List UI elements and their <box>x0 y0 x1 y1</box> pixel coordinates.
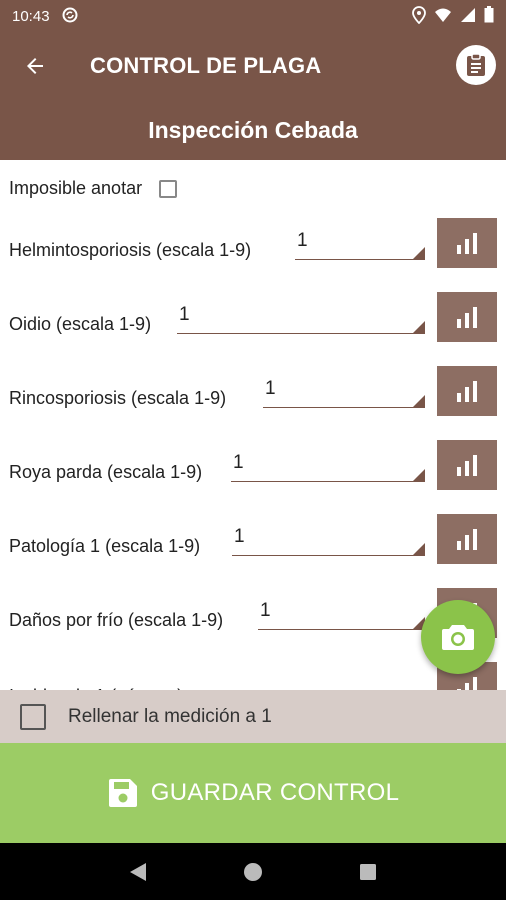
app-bar: CONTROL DE PLAGA <box>0 32 506 100</box>
imposible-anotar-row: Imposible anotar <box>9 178 178 199</box>
section-title: Inspección Cebada <box>0 100 506 160</box>
fill-measurement-bar: Rellenar la medición a 1 <box>0 690 506 743</box>
measure-label: Daños por frío (escala 1-9) <box>9 609 224 630</box>
arrow-left-icon <box>27 58 43 74</box>
bar-chart-icon <box>457 233 477 254</box>
imposible-anotar-label: Imposible anotar <box>9 178 143 198</box>
chart-button[interactable] <box>437 440 497 490</box>
form-content: Imposible anotar Helmintosporiosis (esca… <box>0 160 506 690</box>
measure-label: Oidio (escala 1-9) <box>9 313 152 334</box>
dropdown-arrow-icon <box>413 395 425 407</box>
chart-button[interactable] <box>437 366 497 416</box>
camera-button[interactable] <box>421 600 495 674</box>
dropdown-arrow-icon <box>413 321 425 333</box>
clipboard-icon <box>467 53 485 76</box>
back-button[interactable] <box>0 32 70 100</box>
imposible-anotar-checkbox[interactable] <box>159 179 178 198</box>
location-icon <box>412 5 426 27</box>
signal-icon <box>460 7 476 26</box>
system-nav-bar <box>0 843 506 900</box>
camera-icon <box>442 625 474 650</box>
measure-value-dropdown[interactable]: 1 <box>258 600 425 630</box>
wifi-icon <box>434 7 452 26</box>
dropdown-arrow-icon <box>413 543 425 555</box>
bar-chart-icon <box>457 307 477 328</box>
circle-home-icon <box>243 862 262 881</box>
app-title: CONTROL DE PLAGA <box>90 53 322 78</box>
measure-row: Helmintosporiosis (escala 1-9) 1 <box>0 218 506 280</box>
measure-value: 1 <box>265 378 276 399</box>
sync-icon <box>62 7 78 26</box>
square-recents-icon <box>360 863 377 880</box>
nav-recents-button[interactable] <box>348 852 388 892</box>
save-control-label: GUARDAR CONTROL <box>150 779 400 806</box>
measure-label: Helmintosporiosis (escala 1-9) <box>9 239 252 260</box>
measure-row: Incidencia 1 (número) <box>0 662 506 691</box>
measure-label: Roya parda (escala 1-9) <box>9 461 203 482</box>
chart-button[interactable] <box>437 514 497 564</box>
save-control-button[interactable]: GUARDAR CONTROL <box>0 743 506 843</box>
measure-row: Rincosporiosis (escala 1-9) 1 <box>0 366 506 428</box>
dropdown-arrow-icon <box>413 247 425 259</box>
measure-label: Rincosporiosis (escala 1-9) <box>9 387 227 408</box>
measure-value-dropdown[interactable]: 1 <box>232 526 425 556</box>
bar-chart-icon <box>457 529 477 550</box>
measure-value-dropdown[interactable]: 1 <box>231 452 425 482</box>
fill-measurement-checkbox[interactable] <box>20 703 46 730</box>
measure-value: 1 <box>260 600 271 621</box>
chart-button[interactable] <box>437 292 497 342</box>
bar-chart-icon <box>457 381 477 402</box>
measure-value-dropdown[interactable]: 1 <box>263 378 425 408</box>
measure-row: Patología 1 (escala 1-9) 1 <box>0 514 506 576</box>
bar-chart-icon <box>457 455 477 476</box>
dropdown-arrow-icon <box>413 469 425 481</box>
battery-icon <box>484 6 494 26</box>
measure-value: 1 <box>233 452 244 473</box>
measure-value-dropdown[interactable]: 1 <box>177 304 425 334</box>
measure-value: 1 <box>297 230 308 251</box>
save-icon <box>108 779 137 807</box>
triangle-back-icon <box>129 862 146 881</box>
measure-row: Roya parda (escala 1-9) 1 <box>0 440 506 502</box>
measure-value: 1 <box>234 526 245 547</box>
measure-value-dropdown[interactable]: 1 <box>295 230 425 260</box>
fill-measurement-label: Rellenar la medición a 1 <box>68 705 272 727</box>
bar-chart-icon <box>457 677 477 690</box>
nav-back-button[interactable] <box>118 852 158 892</box>
status-bar: 10:43 <box>0 0 506 32</box>
measure-label: Incidencia 1 (número) <box>9 666 183 691</box>
measure-row: Oidio (escala 1-9) 1 <box>0 292 506 354</box>
measure-label: Patología 1 (escala 1-9) <box>9 535 201 556</box>
clipboard-button[interactable] <box>456 45 496 85</box>
nav-home-button[interactable] <box>233 852 273 892</box>
status-time: 10:43 <box>12 7 50 25</box>
chart-button[interactable] <box>437 218 497 268</box>
measure-value: 1 <box>179 304 190 325</box>
